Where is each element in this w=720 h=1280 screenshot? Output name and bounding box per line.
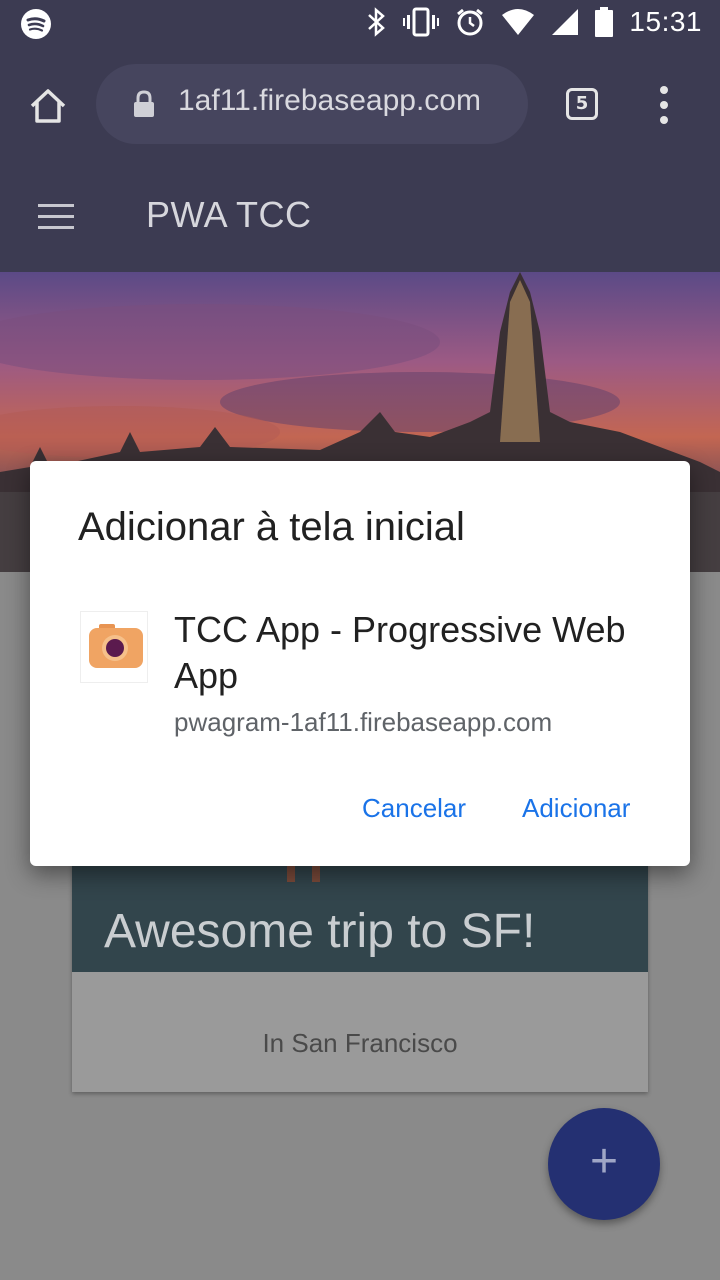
- tabs-icon[interactable]: 5: [566, 88, 598, 120]
- hamburger-menu-icon[interactable]: [38, 204, 74, 237]
- app-url: pwagram-1af11.firebaseapp.com: [174, 707, 553, 737]
- add-button[interactable]: Adicionar: [522, 793, 630, 824]
- vibrate-icon: [403, 7, 440, 37]
- battery-icon: [595, 7, 614, 37]
- status-time: 15:31: [629, 6, 702, 37]
- spotify-icon: [21, 9, 51, 39]
- app-name: TCC App - Progressive Web App: [174, 609, 626, 696]
- home-icon[interactable]: [28, 86, 68, 126]
- card-title: Awesome trip to SF!: [104, 905, 536, 958]
- url-bar[interactable]: 1af11.firebaseapp.com: [96, 64, 528, 144]
- status-bar: 15:31: [0, 0, 720, 48]
- alarm-icon: [457, 8, 484, 36]
- app-title: PWA TCC: [146, 194, 312, 235]
- url-text: 1af11.firebaseapp.com: [178, 84, 481, 117]
- dialog-title: Adicionar à tela inicial: [78, 505, 465, 549]
- app-icon: [80, 611, 148, 683]
- signal-icon: [552, 9, 579, 35]
- bluetooth-icon: [368, 7, 386, 37]
- app-header: PWA TCC: [0, 160, 720, 272]
- add-to-home-dialog: Adicionar à tela inicial TCC App - Progr…: [30, 461, 690, 866]
- lock-icon: [134, 90, 154, 117]
- overflow-menu-icon[interactable]: [658, 86, 670, 131]
- cancel-button[interactable]: Cancelar: [362, 793, 466, 824]
- browser-toolbar: 1af11.firebaseapp.com 5: [0, 48, 720, 160]
- wifi-icon: [502, 9, 535, 35]
- card-location: In San Francisco: [262, 1028, 458, 1058]
- add-post-button[interactable]: +: [548, 1108, 660, 1220]
